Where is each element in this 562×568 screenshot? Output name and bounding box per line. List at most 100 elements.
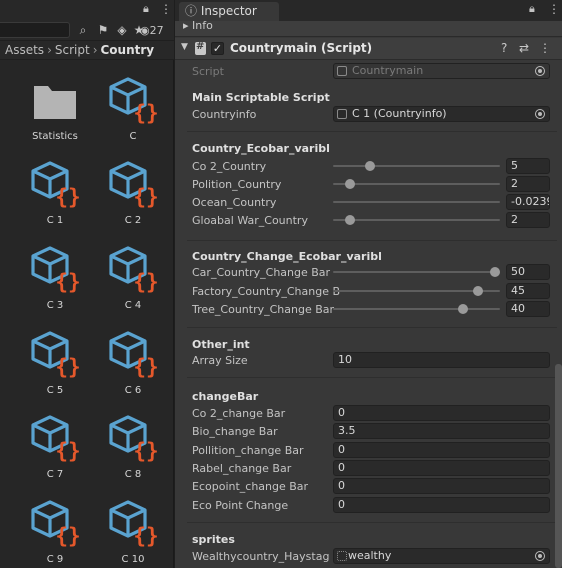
slider-track[interactable] <box>333 271 500 273</box>
search-by-type-icon[interactable]: ⌕ <box>74 21 92 39</box>
slider-label: Ocean_Country <box>192 196 277 209</box>
asset-label: C 4 <box>124 300 142 311</box>
slider-track[interactable] <box>333 165 500 167</box>
script-field: Countrymain <box>333 63 550 79</box>
eye-icon: ◉ <box>140 24 150 37</box>
asset-label: C 8 <box>124 469 142 480</box>
lock-icon[interactable]: 🔒︎ <box>529 2 535 16</box>
slider-handle[interactable] <box>473 285 484 296</box>
svg-text:{}: {} <box>55 439 80 463</box>
project-toolbar: 🔒︎ ⋮ ⌕ ⚑ ◈ ★ ◉27 <box>0 0 174 40</box>
asset-item[interactable]: {} C 2 <box>88 160 168 242</box>
inspector-scrollbar[interactable] <box>555 364 562 568</box>
more-menu-icon[interactable]: ⋮ <box>160 2 172 16</box>
asset-item[interactable]: {} C 7 <box>10 414 90 496</box>
scriptable-object-icon: {} <box>108 414 159 464</box>
asset-item[interactable]: {} C 6 <box>88 330 168 412</box>
changebar-value-field[interactable]: 0 <box>333 459 550 476</box>
scriptable-object-icon: {} <box>30 330 81 380</box>
changebar-label: Eco Point Change <box>192 498 289 512</box>
breadcrumb-assets[interactable]: Assets <box>5 43 44 57</box>
object-picker-icon <box>535 66 545 76</box>
asset-item[interactable]: {} C 8 <box>88 414 168 496</box>
slider-value-field[interactable]: -0.0239 <box>506 194 550 210</box>
lock-icon[interactable]: 🔒︎ <box>143 2 149 16</box>
scriptable-object-icon: {} <box>108 76 159 126</box>
slider-track[interactable] <box>333 201 500 203</box>
inspector-panel: ⓘ Inspector 🔒︎ ⋮ ▸ Info ▼ ✓ Countrymain … <box>175 0 562 568</box>
asset-item[interactable]: {} C 5 <box>10 330 90 412</box>
object-picker-icon[interactable] <box>535 109 545 119</box>
slider-label: Factory_Country_Change B <box>192 284 341 298</box>
foldout-arrow-icon[interactable]: ▼ <box>181 42 188 52</box>
hidden-packages-count[interactable]: ◉27 <box>140 24 164 37</box>
slider-track[interactable] <box>333 308 500 310</box>
slider-handle[interactable] <box>489 267 500 277</box>
asset-item[interactable]: {} C 3 <box>10 245 90 327</box>
slider-handle[interactable] <box>458 304 469 314</box>
array-size-label: Array Size <box>192 354 248 367</box>
asset-item[interactable]: {} C <box>88 76 168 158</box>
asset-item[interactable]: {} C 1 <box>10 160 90 242</box>
countryinfo-field[interactable]: C 1 (Countryinfo) <box>333 106 550 122</box>
changebar-value-field[interactable]: 0 <box>333 441 550 458</box>
slider[interactable] <box>333 158 500 174</box>
slider-track[interactable] <box>333 219 500 221</box>
slider-value-field[interactable]: 5 <box>506 158 550 174</box>
tag-icon[interactable]: ◈ <box>113 21 131 39</box>
slider-value-field[interactable]: 50 <box>506 264 550 280</box>
slider-value-field[interactable]: 45 <box>506 282 550 299</box>
search-by-label-icon[interactable]: ⚑ <box>94 21 112 39</box>
divider <box>187 522 557 523</box>
slider[interactable] <box>333 194 500 210</box>
changebar-value-field[interactable]: 3.5 <box>333 423 550 440</box>
slider[interactable] <box>333 176 500 192</box>
asset-item[interactable]: {} C 9 <box>10 499 90 568</box>
presets-icon[interactable]: ⇄ <box>519 41 529 55</box>
divider <box>187 327 557 328</box>
asset-label: C 5 <box>46 385 64 396</box>
wealthy-sprite-field[interactable]: wealthy <box>333 548 550 564</box>
component-header[interactable]: ▼ ✓ Countrymain (Script) ? ⇄ ⋮ <box>175 38 562 60</box>
help-icon[interactable]: ? <box>501 41 507 55</box>
slider-value-field[interactable]: 2 <box>506 176 550 192</box>
slider-value-field[interactable]: 2 <box>506 212 550 228</box>
slider-handle[interactable] <box>344 215 355 225</box>
asset-item[interactable]: {} C 4 <box>88 245 168 327</box>
slider[interactable] <box>333 264 500 280</box>
scriptable-object-icon: {} <box>30 499 81 549</box>
info-section-header[interactable]: ▸ Info <box>175 21 562 37</box>
slider[interactable] <box>333 301 500 317</box>
array-size-field[interactable]: 10 <box>333 352 550 368</box>
svg-text:{}: {} <box>133 524 158 548</box>
search-input[interactable] <box>0 22 70 38</box>
slider-label: Car_Country_Change Bar <box>192 266 331 279</box>
tab-inspector[interactable]: ⓘ Inspector <box>179 2 279 21</box>
svg-text:{}: {} <box>55 185 80 209</box>
changebar-value-field[interactable]: 0 <box>333 405 550 421</box>
folder-icon <box>30 76 80 126</box>
slider-value-field[interactable]: 40 <box>506 301 550 317</box>
slider[interactable] <box>333 283 500 299</box>
slider-handle[interactable] <box>344 179 355 189</box>
ecobar-header: Country_Ecobar_varibl <box>192 142 330 155</box>
component-menu-icon[interactable]: ⋮ <box>539 41 551 55</box>
breadcrumb-script[interactable]: Script <box>55 43 90 57</box>
script-icon <box>195 41 206 55</box>
slider-label: Co 2_Country <box>192 160 267 173</box>
chevron-right-icon: › <box>92 43 98 57</box>
slider-track[interactable] <box>333 183 500 185</box>
asset-item[interactable]: {} C 10 <box>88 499 168 568</box>
asset-label: C 9 <box>46 554 64 565</box>
slider-handle[interactable] <box>364 161 375 171</box>
breadcrumb-country[interactable]: Country <box>101 43 155 57</box>
asset-label: C 3 <box>46 300 64 311</box>
more-menu-icon[interactable]: ⋮ <box>548 2 560 16</box>
object-picker-icon[interactable] <box>535 551 545 561</box>
changebar-value-field[interactable]: 0 <box>333 478 550 495</box>
folder-item[interactable]: Statistics <box>10 76 90 158</box>
divider <box>187 131 557 132</box>
component-enabled-checkbox[interactable]: ✓ <box>211 42 224 55</box>
slider[interactable] <box>333 212 500 228</box>
changebar-value-field[interactable]: 0 <box>333 496 550 513</box>
